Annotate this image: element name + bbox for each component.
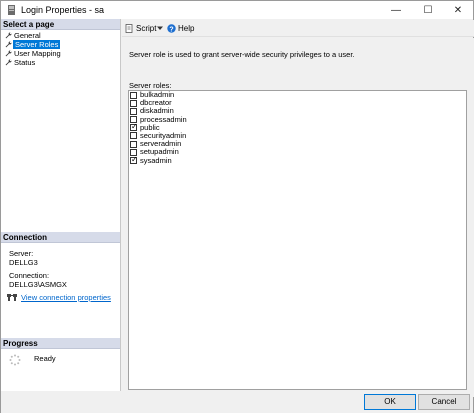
chevron-down-icon[interactable] xyxy=(157,25,163,31)
ok-button[interactable]: OK xyxy=(364,394,416,410)
page-item-status[interactable]: Status xyxy=(1,58,120,67)
connection-value: DELLG3\ASMGX xyxy=(9,280,67,289)
server-roles-label: Server roles: xyxy=(129,81,172,90)
role-item-setupadmin: setupadmin xyxy=(129,148,466,156)
maximize-icon: ☐ xyxy=(423,4,433,16)
script-icon xyxy=(125,24,133,33)
role-checkbox[interactable] xyxy=(130,107,137,115)
connection-header: Connection xyxy=(1,232,120,243)
page-item-label: User Mapping xyxy=(14,49,61,58)
cancel-button[interactable]: Cancel xyxy=(418,394,470,410)
login-properties-window: Login Properties - sa — ☐ ✕ Select a pag… xyxy=(0,0,474,413)
help-icon: ? xyxy=(167,24,176,33)
minimize-button[interactable]: — xyxy=(381,1,411,19)
page-list: General Server Roles User Mapping Status xyxy=(1,31,120,67)
role-item-serveradmin: serveradmin xyxy=(129,140,466,148)
server-roles-list: bulkadmin dbcreator diskadmin processadmin ✓… xyxy=(128,90,467,390)
toolbar: Script ? Help xyxy=(122,20,474,37)
connection-label: Connection: xyxy=(9,271,50,280)
left-pane: Select a page General Server Roles User Ma… xyxy=(1,19,121,397)
connection-icon xyxy=(7,294,17,301)
window-title: Login Properties - sa xyxy=(21,5,105,15)
server-label: Server: xyxy=(9,249,34,258)
server-value: DELLG3 xyxy=(9,258,38,267)
check-icon: ✓ xyxy=(131,155,138,164)
role-checkbox[interactable] xyxy=(130,132,137,140)
role-item-sysadmin: ✓ sysadmin xyxy=(129,155,466,165)
role-item-processadmin: processadmin xyxy=(129,115,466,124)
role-checkbox[interactable] xyxy=(130,91,137,99)
page-item-user-mapping[interactable]: User Mapping xyxy=(1,49,120,58)
minimize-icon: — xyxy=(391,4,401,16)
page-item-label: Status xyxy=(14,58,36,67)
page-item-general[interactable]: General xyxy=(1,31,120,40)
role-checkbox[interactable]: ✓ xyxy=(130,155,138,164)
server-roles-content: Server role is used to grant server-wide… xyxy=(122,38,474,397)
view-connection-properties-link[interactable]: View connection properties xyxy=(21,293,111,302)
check-icon: ✓ xyxy=(131,122,138,132)
close-icon: ✕ xyxy=(453,4,463,16)
page-item-label: General xyxy=(14,31,41,40)
wrench-icon xyxy=(5,41,12,48)
svg-text:?: ? xyxy=(169,26,173,33)
select-page-header: Select a page xyxy=(1,19,120,30)
wrench-icon xyxy=(5,32,12,39)
close-button[interactable]: ✕ xyxy=(443,1,473,19)
role-checkbox[interactable] xyxy=(130,140,137,148)
page-item-server-roles[interactable]: Server Roles xyxy=(1,40,120,49)
app-icon xyxy=(8,5,15,15)
description-text: Server role is used to grant server-wide… xyxy=(129,50,355,59)
help-button[interactable]: Help xyxy=(178,24,194,33)
progress-status: Ready xyxy=(34,354,56,363)
wrench-icon xyxy=(5,50,12,57)
role-checkbox[interactable] xyxy=(130,99,137,107)
role-checkbox[interactable]: ✓ xyxy=(130,122,138,132)
role-name: sysadmin xyxy=(140,155,172,165)
title-bar[interactable]: Login Properties - sa — ☐ ✕ xyxy=(1,1,473,19)
progress-spinner-icon xyxy=(9,354,21,366)
progress-header: Progress xyxy=(1,338,120,349)
page-item-label: Server Roles xyxy=(13,40,61,49)
wrench-icon xyxy=(5,59,12,66)
role-item-bulkadmin: bulkadmin xyxy=(129,91,466,99)
maximize-button[interactable]: ☐ xyxy=(413,1,443,19)
role-item-dbcreator: dbcreator xyxy=(129,99,466,107)
script-button[interactable]: Script xyxy=(136,24,156,33)
dialog-buttons: OK Cancel xyxy=(1,391,473,413)
